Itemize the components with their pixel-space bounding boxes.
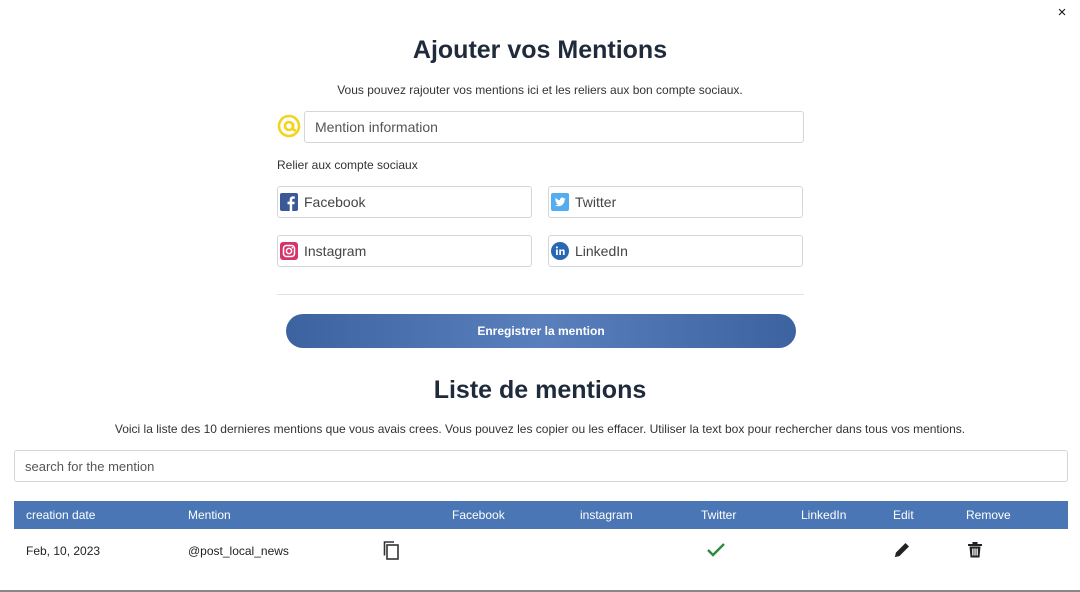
column-header-instagram: instagram (580, 508, 633, 522)
column-header-facebook: Facebook (452, 508, 505, 522)
column-header-remove: Remove (966, 508, 1011, 522)
page-title: Ajouter vos Mentions (412, 36, 668, 64)
search-input[interactable] (14, 450, 1068, 482)
column-header-mention: Mention (188, 508, 231, 522)
trash-icon[interactable] (964, 539, 986, 561)
at-sign-icon (277, 114, 301, 138)
table-header: creation date Mention Facebook instagram… (14, 501, 1068, 529)
column-header-creation-date: creation date (26, 508, 96, 522)
column-header-twitter: Twitter (701, 508, 737, 522)
mention-cell: @post_local_news (188, 544, 289, 558)
relier-label: Relier aux compte sociaux (277, 158, 418, 172)
instagram-icon (280, 242, 298, 260)
twitter-check-icon (705, 539, 727, 561)
divider (277, 294, 804, 295)
table-row: Feb, 10, 2023 @post_local_news (14, 529, 1068, 573)
linkedin-field[interactable] (548, 235, 803, 267)
instagram-field[interactable] (277, 235, 532, 267)
mention-input[interactable] (304, 111, 804, 143)
facebook-icon (280, 193, 298, 211)
edit-pencil-icon[interactable] (891, 539, 913, 561)
column-header-linkedin: LinkedIn (801, 508, 847, 522)
facebook-field[interactable] (277, 186, 532, 218)
list-title: Liste de mentions (433, 376, 647, 404)
instagram-input[interactable] (304, 243, 504, 259)
copy-icon[interactable] (380, 539, 402, 561)
column-header-edit: Edit (893, 508, 914, 522)
creation-date-cell: Feb, 10, 2023 (26, 544, 101, 558)
close-button[interactable]: × (1052, 3, 1072, 23)
facebook-input[interactable] (304, 194, 504, 210)
save-mention-button[interactable]: Enregistrer la mention (286, 314, 796, 348)
linkedin-input[interactable] (575, 243, 775, 259)
twitter-input[interactable] (575, 194, 775, 210)
twitter-icon (551, 193, 569, 211)
list-description: Voici la liste des 10 dernieres mentions… (114, 422, 966, 436)
twitter-field[interactable] (548, 186, 803, 218)
linkedin-icon (551, 242, 569, 260)
page-subtitle: Vous pouvez rajouter vos mentions ici et… (337, 83, 743, 97)
